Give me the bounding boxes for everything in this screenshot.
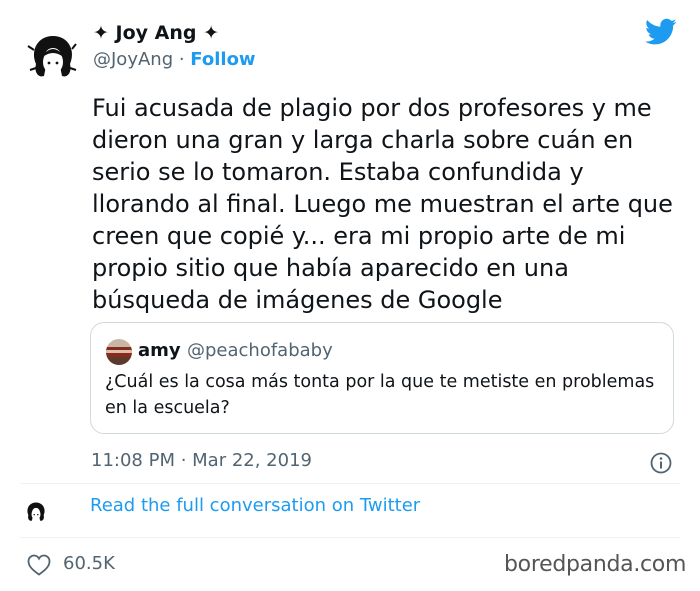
conversation-avatar <box>22 498 50 526</box>
follow-button[interactable]: Follow <box>190 49 255 70</box>
divider <box>20 483 680 484</box>
read-conversation-link[interactable]: Read the full conversation on Twitter <box>90 495 420 516</box>
author-handle[interactable]: @JoyAng <box>93 49 173 70</box>
info-icon[interactable] <box>650 452 672 474</box>
handle-separator: · <box>173 49 191 70</box>
quoted-tweet-text: ¿Cuál es la cosa más tonta por la que te… <box>105 372 655 418</box>
divider <box>20 537 680 538</box>
tweet-embed-card: ✦ Joy Ang ✦ @JoyAng · Follow Fui acusada… <box>0 0 700 591</box>
quoted-author-avatar <box>106 339 132 365</box>
quoted-tweet[interactable]: amy @peachofababy ¿Cuál es la cosa más t… <box>90 322 674 434</box>
like-count[interactable]: 60.5K <box>63 553 115 574</box>
twitter-bird-icon[interactable] <box>645 18 677 46</box>
author-handle-row: @JoyAng · Follow <box>93 49 256 70</box>
tweet-text: Fui acusada de plagio por dos profesores… <box>92 94 673 314</box>
author-avatar[interactable] <box>22 26 84 88</box>
heart-icon[interactable] <box>27 554 51 576</box>
quoted-author-name: amy <box>138 340 181 361</box>
tweet-timestamp[interactable]: 11:08 PM · Mar 22, 2019 <box>91 450 312 471</box>
author-name[interactable]: ✦ Joy Ang ✦ <box>93 22 219 44</box>
watermark: boredpanda.com <box>504 552 687 577</box>
quoted-author-handle: @peachofababy <box>187 340 333 361</box>
